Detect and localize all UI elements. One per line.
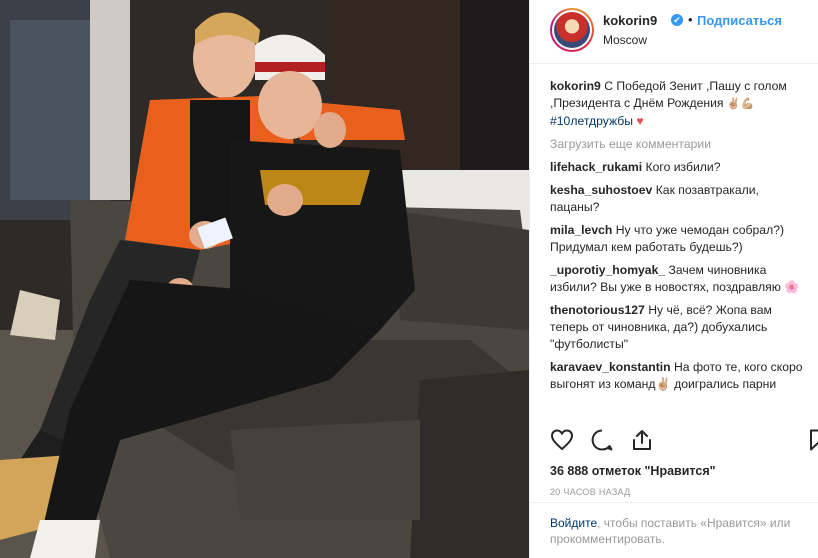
login-link[interactable]: Войдите xyxy=(550,516,597,530)
comment-username[interactable]: _uporotiy_homyak_ xyxy=(550,263,665,277)
comment-item: lifehack_rukami Кого избили? xyxy=(550,159,808,176)
comment-username[interactable]: mila_levch xyxy=(550,223,612,237)
comment-item: thenotorious127 Ну чё, всё? Жопа вам теп… xyxy=(550,302,808,353)
comment-item: mila_levch Ну что уже чемодан собрал?) П… xyxy=(550,222,808,256)
caption-username[interactable]: kokorin9 xyxy=(550,79,601,93)
heart-outline-icon[interactable] xyxy=(550,428,576,454)
comment-item: _uporotiy_homyak_ Зачем чиновника избили… xyxy=(550,262,808,296)
comment-username[interactable]: thenotorious127 xyxy=(550,303,645,317)
photo-illustration xyxy=(0,0,529,558)
post-actions xyxy=(550,428,818,458)
comment-username[interactable]: kesha_suhostoev xyxy=(550,183,652,197)
bookmark-icon[interactable] xyxy=(806,428,818,454)
heart-emoji-icon: ♥ xyxy=(636,114,644,128)
profile-avatar[interactable] xyxy=(550,8,594,52)
comment-username[interactable]: karavaev_konstantin xyxy=(550,360,671,374)
header-separator: • xyxy=(688,12,693,27)
comment-text: Кого избили? xyxy=(645,160,721,174)
comments-list[interactable]: kokorin9 С Победой Зенит ,Пашу с голом ,… xyxy=(550,78,808,414)
author-username[interactable]: kokorin9 xyxy=(603,13,657,28)
avatar-image xyxy=(554,12,590,48)
comment-username[interactable]: lifehack_rukami xyxy=(550,160,642,174)
caption-emoji: ✌🏼💪🏼 xyxy=(726,98,755,110)
comment-item: kesha_suhostoev Как позавтракали, пацаны… xyxy=(550,182,808,216)
follow-button[interactable]: Подписаться xyxy=(697,13,782,28)
post-side-panel: kokorin9 ✔ • Подписаться Moscow kokorin9… xyxy=(529,0,818,558)
comment-item: karavaev_konstantin На фото те, кого ско… xyxy=(550,359,808,393)
post-photo[interactable] xyxy=(0,0,529,558)
caption: kokorin9 С Победой Зенит ,Пашу с голом ,… xyxy=(550,78,808,130)
verified-badge-icon: ✔ xyxy=(671,14,683,26)
share-upload-icon[interactable] xyxy=(630,428,656,454)
post-header: kokorin9 ✔ • Подписаться Moscow xyxy=(530,0,818,64)
caption-hashtag[interactable]: #10летдружбы xyxy=(550,114,633,128)
login-prompt: Войдите, чтобы поставить «Нравится» или … xyxy=(550,515,812,547)
divider xyxy=(530,502,818,503)
comment-bubble-icon[interactable] xyxy=(590,428,616,454)
likes-count[interactable]: 36 888 отметок "Нравится" xyxy=(550,464,716,478)
post-timestamp[interactable]: 20 ЧАСОВ НАЗАД xyxy=(550,487,631,497)
load-more-comments-button[interactable]: Загрузить еще комментарии xyxy=(550,136,808,153)
location-link[interactable]: Moscow xyxy=(603,33,647,47)
